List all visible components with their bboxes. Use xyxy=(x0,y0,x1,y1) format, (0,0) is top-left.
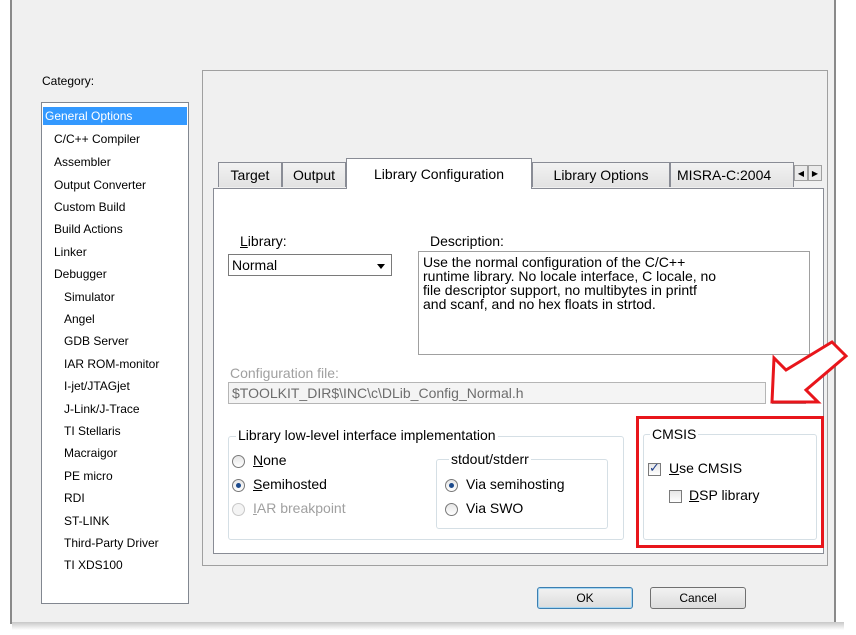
category-item-custom-build[interactable]: Custom Build xyxy=(54,198,125,216)
category-item-linker[interactable]: Linker xyxy=(54,243,87,261)
radio-none-label: None xyxy=(253,452,287,468)
category-item-output-converter[interactable]: Output Converter xyxy=(54,176,146,194)
description-label: Description: xyxy=(430,233,504,249)
category-item-rdi[interactable]: RDI xyxy=(64,489,85,507)
stdout-title: stdout/stderr xyxy=(449,451,531,467)
category-item-third-party-driver[interactable]: Third-Party Driver xyxy=(64,534,159,552)
radio-via-swo-label: Via SWO xyxy=(466,500,524,516)
library-dropdown[interactable]: Normal xyxy=(228,254,392,276)
category-item-st-link[interactable]: ST-LINK xyxy=(64,512,109,530)
category-item-c-compiler[interactable]: C/C++ Compiler xyxy=(54,130,140,148)
library-label: Library: xyxy=(240,233,287,249)
tab-library-configuration[interactable]: Library Configuration xyxy=(346,158,532,189)
stdout-group xyxy=(436,459,608,529)
category-item-simulator[interactable]: Simulator xyxy=(64,288,115,306)
radio-via-swo[interactable] xyxy=(445,503,458,516)
category-item-iar-rom-monitor[interactable]: IAR ROM-monitor xyxy=(64,355,159,373)
category-item-ti-stellaris[interactable]: TI Stellaris xyxy=(64,422,121,440)
tab-library-options[interactable]: Library Options xyxy=(532,162,670,187)
tab-scroll-left-icon[interactable]: ◀ xyxy=(794,165,808,181)
category-item-ti-xds100[interactable]: TI XDS100 xyxy=(64,556,123,574)
category-list[interactable]: General Options C/C++ Compiler Assembler… xyxy=(41,102,189,604)
radio-via-semihosting-label: Via semihosting xyxy=(466,476,565,492)
description-line: and scanf, and no hex floats in strtod. xyxy=(423,296,656,312)
tab-scroll-right-icon[interactable]: ▶ xyxy=(808,165,822,181)
chevron-down-icon xyxy=(377,264,385,269)
category-item-gdb-server[interactable]: GDB Server xyxy=(64,332,129,350)
tab-output[interactable]: Output xyxy=(282,162,346,187)
radio-via-semihosting[interactable] xyxy=(445,479,458,492)
category-item-build-actions[interactable]: Build Actions xyxy=(54,220,123,238)
ok-button[interactable]: OK xyxy=(537,587,633,609)
category-item-assembler[interactable]: Assembler xyxy=(54,153,111,171)
cancel-button[interactable]: Cancel xyxy=(650,587,746,609)
description-box: Use the normal configuration of the C/C+… xyxy=(418,251,810,355)
low-level-interface-title: Library low-level interface implementati… xyxy=(236,427,498,443)
description-line: file descriptor support, no multibytes i… xyxy=(423,282,697,298)
radio-none[interactable] xyxy=(232,455,245,468)
radio-iar-breakpoint xyxy=(232,503,245,516)
radio-semihosted[interactable] xyxy=(232,479,245,492)
red-arrow-icon xyxy=(770,340,849,404)
category-item-debugger[interactable]: Debugger xyxy=(54,265,107,283)
cmsis-highlight-box xyxy=(636,416,824,548)
category-item-j-link[interactable]: J-Link/J-Trace xyxy=(64,400,140,418)
tab-target[interactable]: Target xyxy=(218,162,282,187)
tab-misra-c[interactable]: MISRA-C:2004 xyxy=(670,162,794,187)
config-file-label: Configuration file: xyxy=(230,365,339,381)
category-item-angel[interactable]: Angel xyxy=(64,310,95,328)
category-item-general-options[interactable]: General Options xyxy=(43,107,187,125)
category-item-pe-micro[interactable]: PE micro xyxy=(64,467,113,485)
radio-semihosted-label: Semihosted xyxy=(253,476,327,492)
dialog-shadow xyxy=(12,622,844,630)
category-label: Category: xyxy=(42,74,95,88)
config-file-field: $TOOLKIT_DIR$\INC\c\DLib_Config_Normal.h xyxy=(228,382,766,404)
description-line: Use the normal configuration of the C/C+… xyxy=(423,254,686,270)
category-item-macraigor[interactable]: Macraigor xyxy=(64,444,117,462)
radio-iar-breakpoint-label: IAR breakpoint xyxy=(253,500,346,516)
description-line: runtime library. No locale interface, C … xyxy=(423,268,717,284)
category-item-i-jet[interactable]: I-jet/JTAGjet xyxy=(64,377,130,395)
library-dropdown-value: Normal xyxy=(232,257,278,273)
